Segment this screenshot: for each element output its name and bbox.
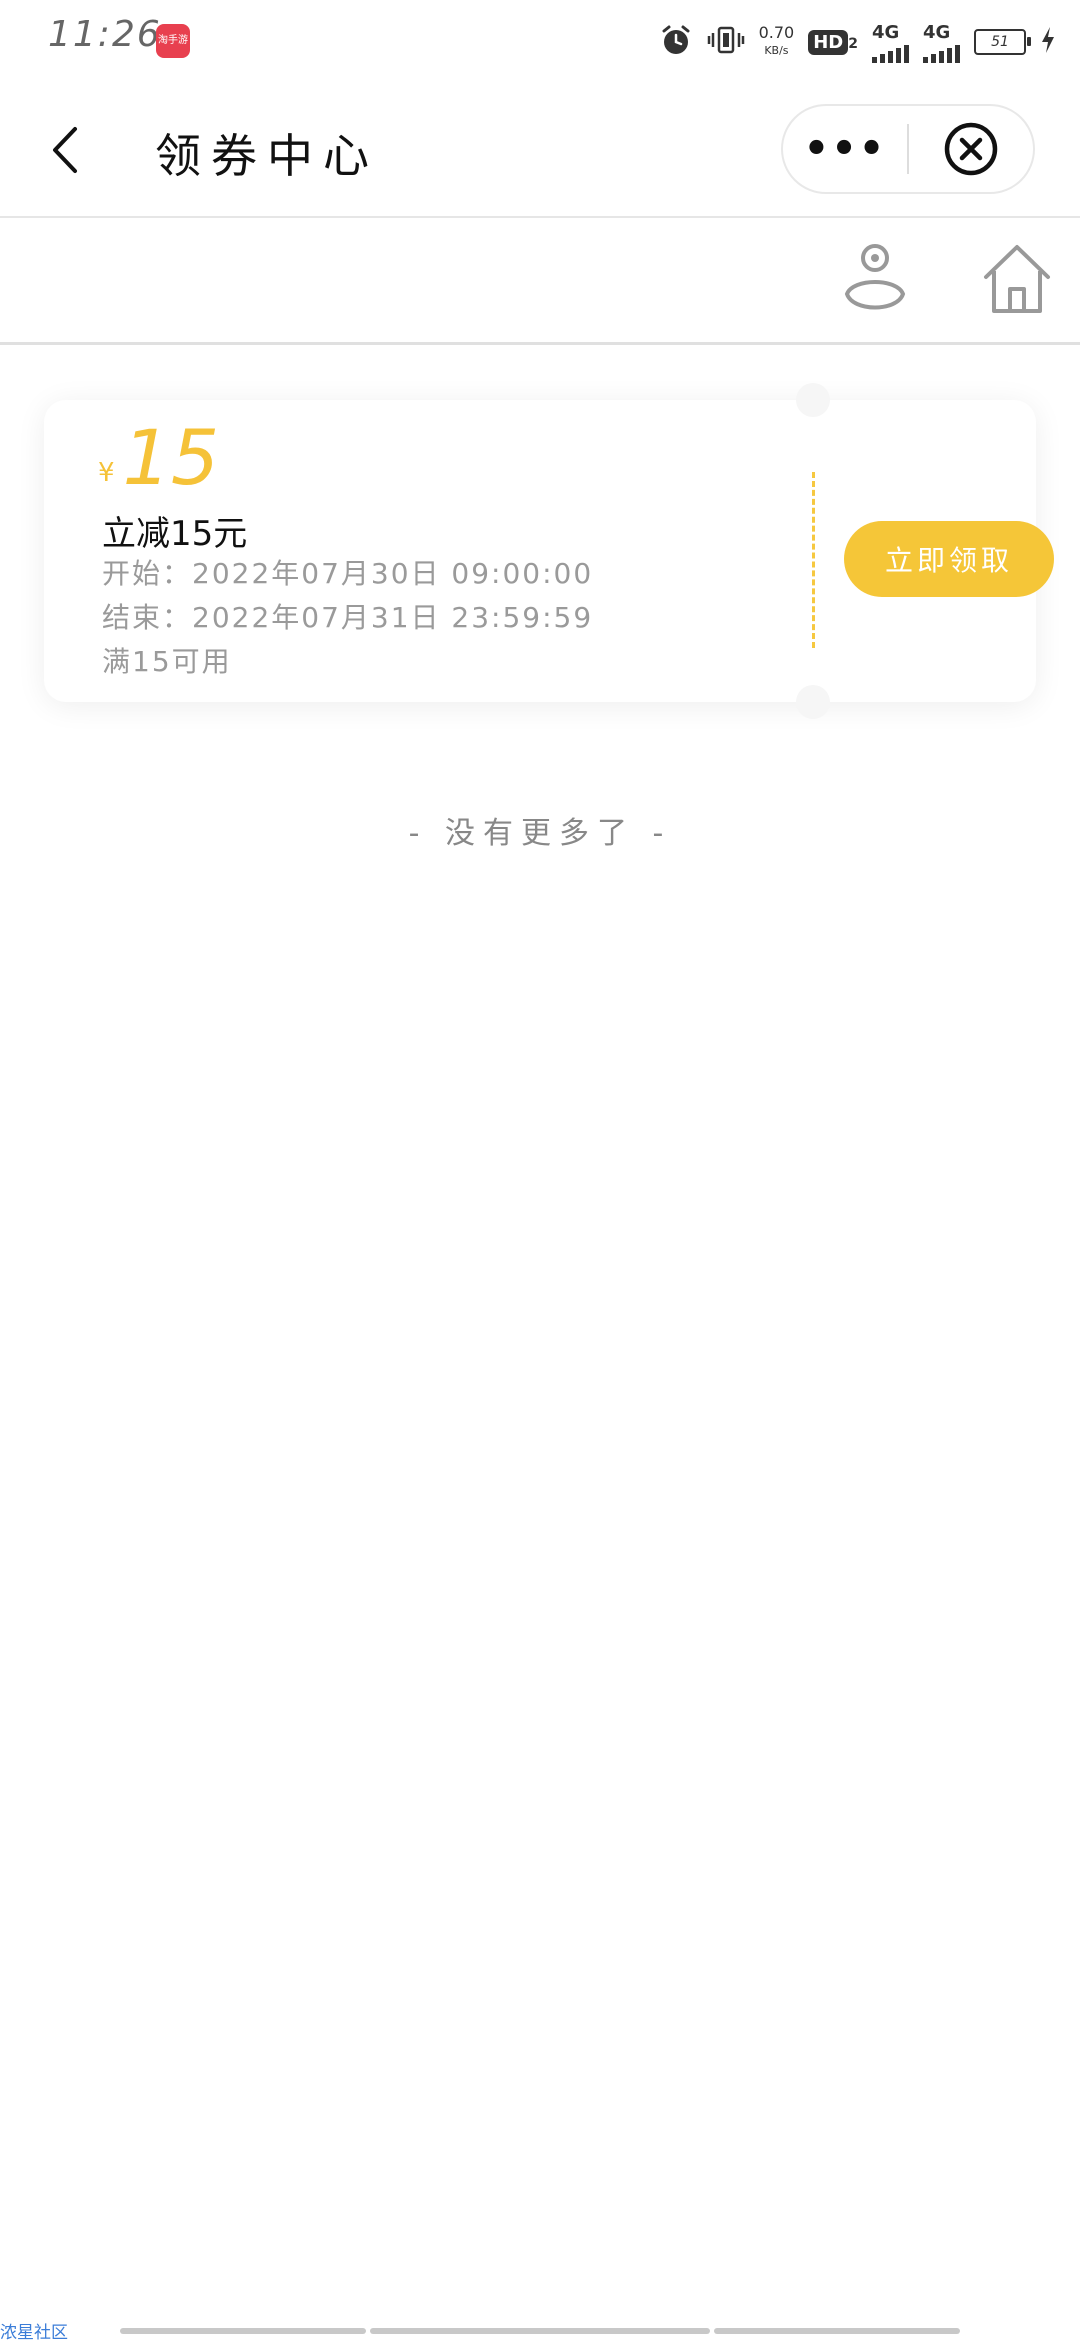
- vibrate-icon: [707, 25, 745, 59]
- coupon-name: 立减15元: [102, 514, 248, 554]
- close-button[interactable]: [909, 106, 1033, 192]
- currency-symbol: ¥: [98, 458, 115, 488]
- close-circle-icon: [944, 122, 998, 176]
- app-notification-icon: 淘手游: [156, 24, 190, 58]
- page-title: 领券中心: [155, 129, 379, 183]
- net-speed-unit: KB/s: [764, 44, 789, 57]
- status-time: 11:26: [48, 14, 162, 55]
- gesture-bar-right[interactable]: [714, 2328, 960, 2334]
- coupon-condition: 满15可用: [102, 645, 232, 678]
- coupon-notch-bottom: [796, 685, 830, 719]
- status-bar: 11:26 淘手游 0.70 KB/s HD 2 4G 4G 51: [0, 0, 1080, 82]
- watermark: 浓星社区: [0, 2323, 68, 2343]
- more-icon: •••: [803, 126, 887, 172]
- coupon-end-time: 结束：2022年07月31日 23:59:59: [102, 601, 594, 634]
- charging-icon: [1040, 25, 1056, 59]
- status-indicators: 0.70 KB/s HD 2 4G 4G 51: [659, 18, 1056, 66]
- capsule-menu: •••: [781, 104, 1035, 194]
- signal-1: 4G: [872, 22, 909, 63]
- net-speed: 0.70 KB/s: [759, 24, 795, 60]
- home-button[interactable]: [977, 238, 1057, 318]
- network-type-1: 4G: [872, 21, 900, 43]
- coupon-start-time: 开始：2022年07月30日 09:00:00: [102, 557, 594, 590]
- home-icon: [984, 245, 1050, 313]
- back-button[interactable]: [40, 120, 90, 180]
- hd-sub: 2: [848, 35, 858, 52]
- network-type-2: 4G: [923, 21, 951, 43]
- alarm-icon: [659, 23, 693, 61]
- net-speed-value: 0.70: [758, 23, 795, 42]
- coupon-notch-top: [796, 383, 830, 417]
- nav-row: [0, 218, 1080, 345]
- signal-2: 4G: [923, 22, 960, 63]
- signal-bars-1-icon: [872, 43, 909, 63]
- title-bar: 领券中心 •••: [0, 82, 1080, 218]
- coupon-value: 15: [122, 413, 220, 502]
- user-icon: [844, 244, 906, 310]
- battery-icon: 51: [974, 29, 1031, 55]
- no-more-text: - 没有更多了 -: [408, 816, 672, 851]
- chevron-left-icon: [53, 127, 77, 173]
- coupon-amount: ¥ 15: [98, 418, 219, 498]
- coupon-card: ¥ 15 立减15元 开始：2022年07月30日 09:00:00 结束：20…: [44, 383, 1054, 719]
- gesture-bar-left[interactable]: [120, 2328, 366, 2334]
- battery-level: 51: [991, 34, 1009, 50]
- hd-indicator: HD 2: [808, 29, 858, 55]
- signal-bars-2-icon: [923, 43, 960, 63]
- claim-button[interactable]: 立即领取: [844, 521, 1054, 597]
- hd-label: HD: [808, 29, 849, 55]
- gesture-bar-center[interactable]: [370, 2328, 710, 2334]
- coupon-divider: [812, 472, 815, 648]
- user-button[interactable]: [835, 238, 915, 318]
- more-button[interactable]: •••: [783, 106, 907, 192]
